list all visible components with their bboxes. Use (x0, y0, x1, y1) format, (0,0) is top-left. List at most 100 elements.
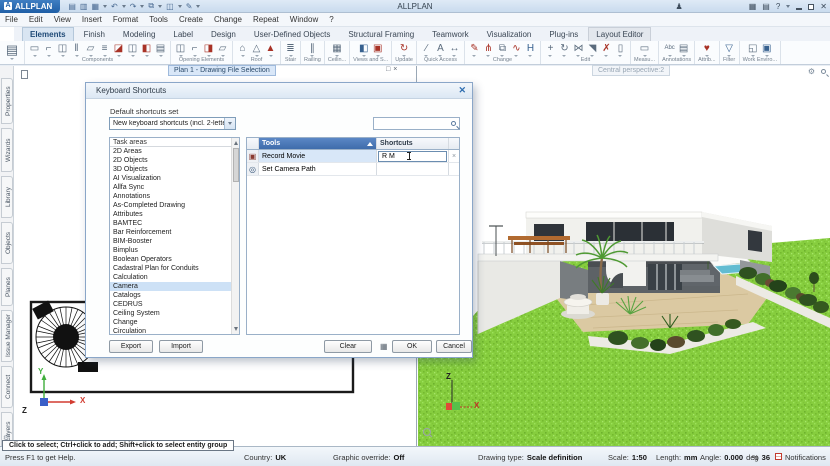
list-item[interactable]: As-Completed Drawing (110, 201, 239, 210)
modify-icon[interactable]: ⋔ (482, 42, 495, 57)
list-item[interactable]: BIM-Booster (110, 237, 239, 246)
list-item[interactable]: AI Visualization (110, 174, 239, 183)
sidebar-item-planes[interactable]: Planes (1, 268, 13, 306)
beam-icon[interactable]: ≡ (98, 42, 111, 57)
niche-icon[interactable]: ◧ (140, 42, 153, 57)
sidebar-item-wizards[interactable]: Wizards (1, 128, 13, 172)
viewport-maximize-icon[interactable]: □ (386, 66, 390, 73)
new-document-icon[interactable]: ▤ (68, 2, 76, 11)
drawing-file-icon[interactable] (21, 70, 28, 79)
sidebar-item-library[interactable]: Library (1, 176, 13, 218)
match-icon[interactable]: H (524, 42, 537, 57)
door-opening-icon[interactable]: ⌐ (188, 42, 201, 57)
sidebar-item-objects[interactable]: Objects (1, 222, 13, 264)
task-board-icon[interactable]: ▤ (3, 42, 21, 60)
undo-icon[interactable]: ↶ (111, 2, 118, 11)
percent-field[interactable]: % 36 (752, 453, 770, 462)
work-env-display-icon[interactable]: ▣ (760, 42, 773, 57)
delete-icon[interactable]: ✗ (600, 42, 613, 57)
dimension-icon[interactable]: ↔ (448, 42, 461, 57)
drawing-type-field[interactable]: Drawing type: Scale definition (478, 453, 582, 462)
redo-caret-icon[interactable] (140, 5, 144, 8)
list-item-selected[interactable]: Camera (110, 282, 239, 291)
notifications-button[interactable]: Notifications (775, 453, 826, 462)
tab-modeling[interactable]: Modeling (115, 27, 163, 41)
task-area-list[interactable]: Task areas 2D Areas 2D Objects 3D Object… (109, 137, 240, 335)
list-item[interactable]: BAMTEC (110, 219, 239, 228)
window-icon[interactable]: ◫ (166, 2, 174, 11)
list-item[interactable]: Circulation (110, 327, 239, 335)
minimize-button[interactable] (796, 8, 802, 10)
tab-label[interactable]: Label (165, 27, 201, 41)
list-scrollbar[interactable] (231, 138, 239, 334)
rotate-icon[interactable]: ↻ (558, 42, 571, 57)
menu-file[interactable]: File (5, 15, 18, 24)
tab-layout-editor[interactable]: Layout Editor (588, 27, 651, 41)
column-header-tools[interactable]: Tools (259, 138, 377, 149)
export-button[interactable]: Export (109, 340, 153, 353)
line-icon[interactable]: ∕ (420, 42, 433, 57)
railing-icon[interactable]: ∥ (306, 42, 319, 57)
country-field[interactable]: Country: UK (244, 453, 286, 462)
search-icon[interactable] (821, 69, 826, 74)
panel-icon[interactable]: ▤ (154, 42, 167, 57)
graphic-override-field[interactable]: Graphic override: Off (333, 453, 404, 462)
list-item[interactable]: Allfa Sync (110, 183, 239, 192)
grid-icon[interactable]: ▦ (749, 0, 757, 13)
table-row[interactable]: ◎ Set Camera Path (247, 163, 459, 176)
qat-caret-icon[interactable] (196, 5, 200, 8)
help-icon[interactable]: ? (776, 0, 780, 13)
opening-icon[interactable]: ◫ (126, 42, 139, 57)
tab-design[interactable]: Design (203, 27, 244, 41)
perspective-view-label[interactable]: Central perspective:2 (592, 65, 670, 76)
dormer-icon[interactable]: △ (250, 42, 263, 57)
list-item[interactable]: Task areas (110, 138, 239, 147)
redo-icon[interactable]: ↷ (130, 2, 137, 11)
opening-slab-icon[interactable]: ▱ (216, 42, 229, 57)
tab-teamwork[interactable]: Teamwork (424, 27, 476, 41)
scroll-down-icon[interactable] (234, 327, 238, 331)
move-icon[interactable]: + (544, 42, 557, 57)
list-item[interactable]: Catalogs (110, 291, 239, 300)
dropdown-button[interactable] (224, 118, 235, 129)
list-item[interactable]: Cadastral Plan for Conduits (110, 264, 239, 273)
shortcut-set-dropdown[interactable]: New keyboard shortcuts (incl. 2-letter) (109, 117, 236, 130)
views-icon[interactable]: ◧ (357, 42, 370, 57)
shop-icon[interactable]: ▤ (762, 0, 770, 13)
menu-edit[interactable]: Edit (29, 15, 43, 24)
paste-icon[interactable]: ▯ (614, 42, 627, 57)
tab-elements[interactable]: Elements (22, 27, 74, 41)
help-caret-icon[interactable] (786, 5, 790, 8)
copy-caret-icon[interactable] (158, 5, 162, 8)
list-item[interactable]: Calculation (110, 273, 239, 282)
menu-help[interactable]: ? (329, 15, 333, 24)
menu-view[interactable]: View (54, 15, 71, 24)
edit-pencil-icon[interactable]: ✎ (468, 42, 481, 57)
menu-repeat[interactable]: Repeat (253, 15, 279, 24)
list-item[interactable]: Annotations (110, 192, 239, 201)
table-row[interactable]: ▣ Record Movie R M × (247, 150, 459, 163)
restore-button[interactable] (808, 4, 814, 10)
menu-window[interactable]: Window (290, 15, 318, 24)
menu-change[interactable]: Change (214, 15, 242, 24)
cancel-button[interactable]: Cancel (436, 340, 472, 353)
dialog-close-button[interactable]: ✕ (458, 85, 466, 96)
work-env-icon[interactable]: ◱ (746, 42, 759, 57)
text-icon[interactable]: A (434, 42, 447, 57)
page-icon[interactable]: ▤ (677, 42, 690, 57)
component-icon[interactable]: ◪ (112, 42, 125, 57)
list-item[interactable]: 2D Areas (110, 147, 239, 156)
list-item[interactable]: Ceiling System (110, 309, 239, 318)
scroll-up-icon[interactable] (234, 141, 238, 145)
wall-icon[interactable]: ▭ (28, 42, 41, 57)
window-element-icon[interactable]: ◫ (56, 42, 69, 57)
shortcut-search-input[interactable] (373, 117, 460, 130)
mirror-icon[interactable]: ⋈ (572, 42, 585, 57)
menu-create[interactable]: Create (179, 15, 203, 24)
spline-icon[interactable]: ∿ (510, 42, 523, 57)
length-field[interactable]: Length: mm (656, 453, 697, 462)
recess-icon[interactable]: ◨ (202, 42, 215, 57)
copy-element-icon[interactable]: ⧉ (496, 42, 509, 57)
list-item[interactable]: CEDRUS (110, 300, 239, 309)
measure-icon[interactable]: ▭ (638, 42, 651, 57)
